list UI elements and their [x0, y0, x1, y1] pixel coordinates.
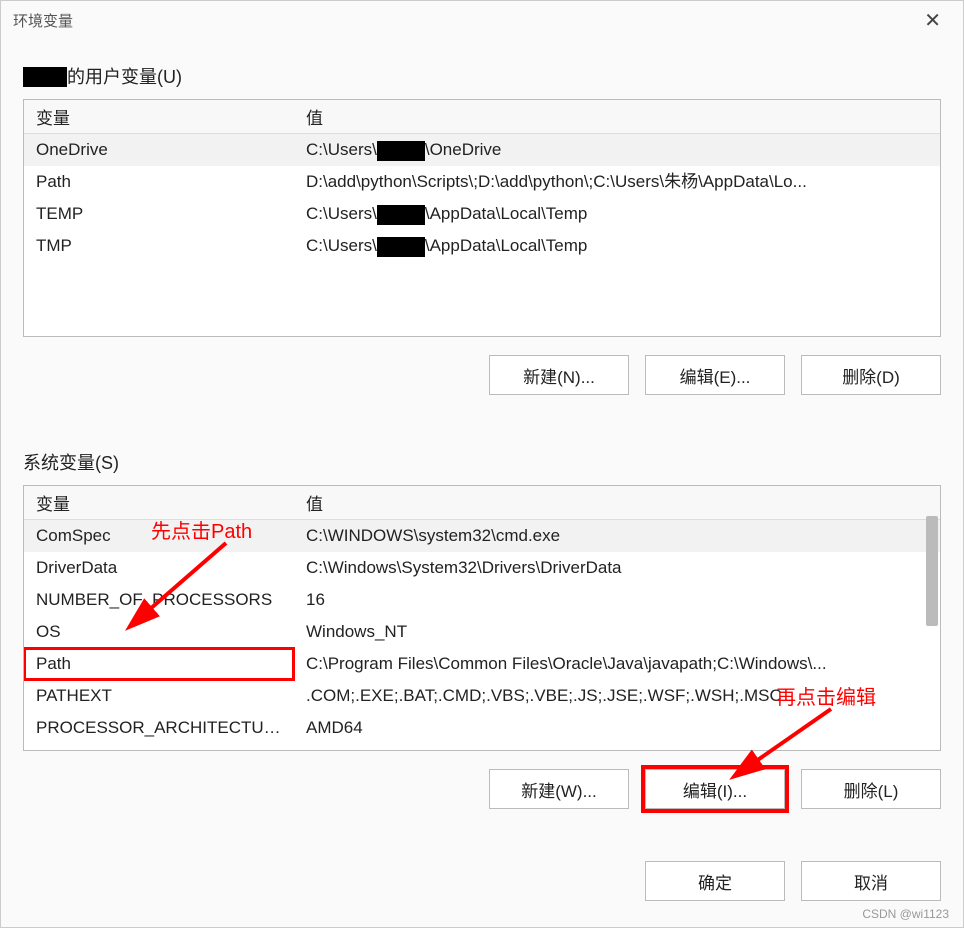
- user-edit-button[interactable]: 编辑(E)...: [645, 355, 785, 395]
- var-cell: PROCESSOR_ARCHITECTURE: [24, 712, 294, 744]
- val-cell: C:\Users\\AppData\Local\Temp: [294, 198, 940, 230]
- table-row[interactable]: OSWindows_NT: [24, 616, 940, 648]
- var-cell: OS: [24, 616, 294, 648]
- table-row[interactable]: OneDriveC:\Users\\OneDrive: [24, 134, 940, 167]
- scrollbar-thumb[interactable]: [926, 516, 938, 626]
- table-row[interactable]: DriverDataC:\Windows\System32\Drivers\Dr…: [24, 552, 940, 584]
- user-vars-table[interactable]: 变量 值 OneDriveC:\Users\\OneDrivePathD:\ad…: [23, 99, 941, 337]
- val-cell: C:\Program Files\Common Files\Oracle\Jav…: [294, 648, 940, 680]
- var-cell: Path: [24, 166, 294, 198]
- titlebar: 环境变量 ✕: [1, 1, 963, 39]
- val-cell: AMD64 Family 25 Model 68 Stepping 1, Aut…: [294, 744, 940, 751]
- sys-vars-section: 系统变量(S) 变量 值 ComSpecC:\WINDOWS\system32\…: [23, 449, 941, 823]
- val-cell: D:\add\python\Scripts\;D:\add\python\;C:…: [294, 166, 940, 198]
- user-new-button[interactable]: 新建(N)...: [489, 355, 629, 395]
- sys-vars-title: 系统变量(S): [23, 449, 941, 475]
- dialog-buttons: 确定 取消: [1, 833, 963, 901]
- col-value[interactable]: 值: [294, 486, 940, 520]
- user-delete-button[interactable]: 删除(D): [801, 355, 941, 395]
- var-cell: OneDrive: [24, 134, 294, 167]
- cancel-button[interactable]: 取消: [801, 861, 941, 901]
- sys-vars-table[interactable]: 变量 值 ComSpecC:\WINDOWS\system32\cmd.exeD…: [23, 485, 941, 751]
- table-row[interactable]: PATHEXT.COM;.EXE;.BAT;.CMD;.VBS;.VBE;.JS…: [24, 680, 940, 712]
- table-row[interactable]: TMPC:\Users\\AppData\Local\Temp: [24, 230, 940, 262]
- table-row[interactable]: PROCESSOR_ARCHITECTUREAMD64: [24, 712, 940, 744]
- table-row[interactable]: PathD:\add\python\Scripts\;D:\add\python…: [24, 166, 940, 198]
- env-vars-dialog: 环境变量 ✕ 的用户变量(U) 变量 值 OneDriveC:\Users\\O…: [0, 0, 964, 928]
- var-cell: PATHEXT: [24, 680, 294, 712]
- redacted-text: [377, 205, 425, 225]
- redacted-text: [377, 237, 425, 257]
- redacted-text: [377, 141, 425, 161]
- user-vars-section: 的用户变量(U) 变量 值 OneDriveC:\Users\\OneDrive…: [23, 63, 941, 409]
- table-row[interactable]: PathC:\Program Files\Common Files\Oracle…: [24, 648, 940, 680]
- ok-button[interactable]: 确定: [645, 861, 785, 901]
- var-cell: PROCESSOR_IDENTIFIER: [24, 744, 294, 751]
- watermark: CSDN @wi1123: [862, 907, 949, 921]
- table-row[interactable]: NUMBER_OF_PROCESSORS16: [24, 584, 940, 616]
- val-cell: 16: [294, 584, 940, 616]
- sys-new-button[interactable]: 新建(W)...: [489, 769, 629, 809]
- window-title: 环境变量: [13, 10, 73, 31]
- var-cell: NUMBER_OF_PROCESSORS: [24, 584, 294, 616]
- var-cell: Path: [24, 648, 294, 680]
- var-cell: TMP: [24, 230, 294, 262]
- var-cell: DriverData: [24, 552, 294, 584]
- user-vars-title: 的用户变量(U): [23, 63, 941, 89]
- sys-delete-button[interactable]: 删除(L): [801, 769, 941, 809]
- table-row[interactable]: ComSpecC:\WINDOWS\system32\cmd.exe: [24, 520, 940, 553]
- redacted-username: [23, 67, 67, 87]
- val-cell: AMD64: [294, 712, 940, 744]
- val-cell: C:\WINDOWS\system32\cmd.exe: [294, 520, 940, 553]
- val-cell: Windows_NT: [294, 616, 940, 648]
- sys-edit-button[interactable]: 编辑(I)...: [645, 769, 785, 809]
- val-cell: C:\Windows\System32\Drivers\DriverData: [294, 552, 940, 584]
- val-cell: .COM;.EXE;.BAT;.CMD;.VBS;.VBE;.JS;.JSE;.…: [294, 680, 940, 712]
- col-variable[interactable]: 变量: [24, 486, 294, 520]
- col-value[interactable]: 值: [294, 100, 940, 134]
- table-row[interactable]: PROCESSOR_IDENTIFIERAMD64 Family 25 Mode…: [24, 744, 940, 751]
- val-cell: C:\Users\\OneDrive: [294, 134, 940, 167]
- close-icon[interactable]: ✕: [914, 4, 951, 37]
- table-row[interactable]: TEMPC:\Users\\AppData\Local\Temp: [24, 198, 940, 230]
- var-cell: TEMP: [24, 198, 294, 230]
- col-variable[interactable]: 变量: [24, 100, 294, 134]
- val-cell: C:\Users\\AppData\Local\Temp: [294, 230, 940, 262]
- var-cell: ComSpec: [24, 520, 294, 553]
